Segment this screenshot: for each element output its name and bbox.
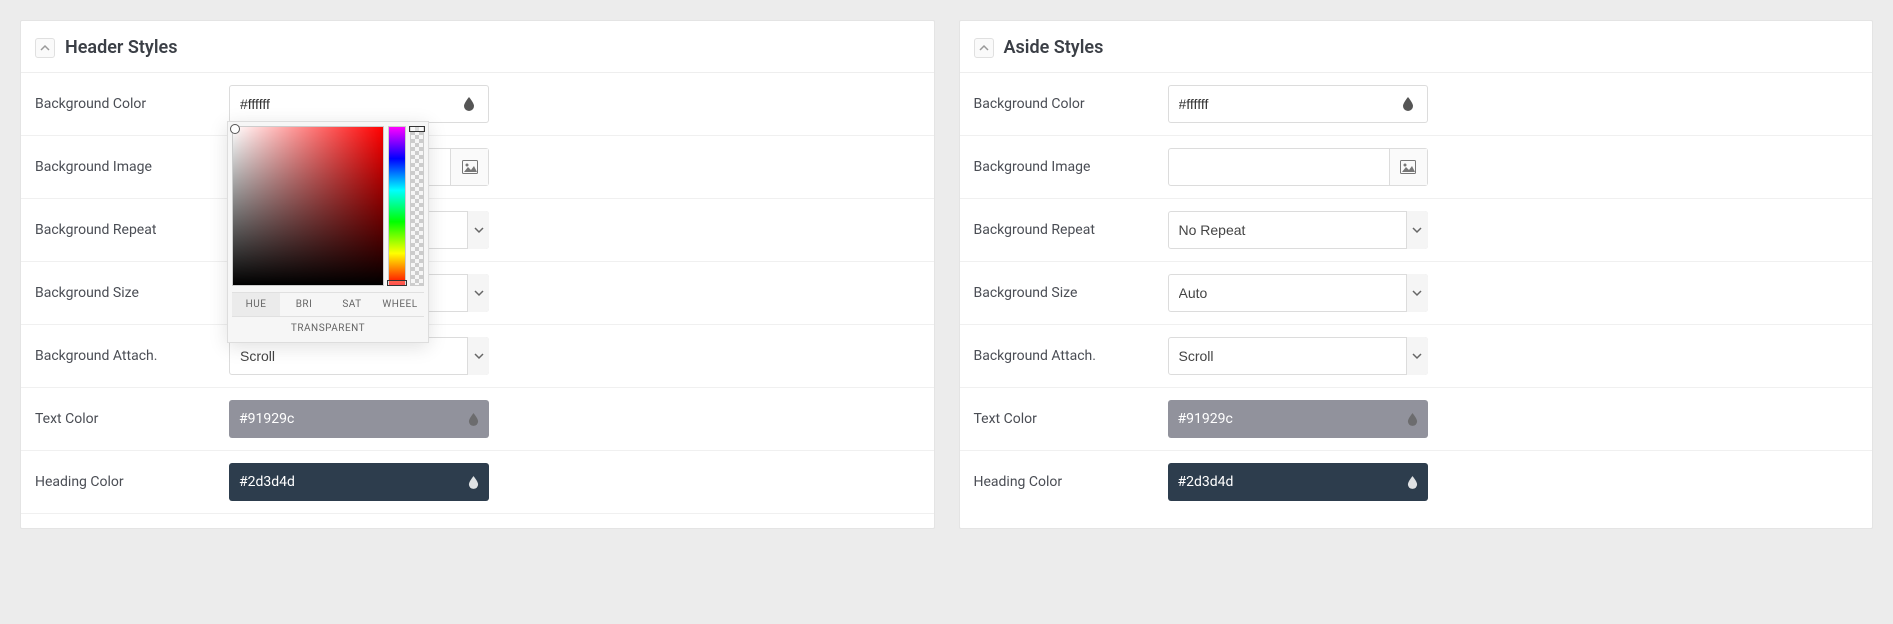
image-icon — [450, 149, 488, 185]
label-bgimage: Background Image — [974, 159, 1154, 175]
label-textcolor: Text Color — [35, 411, 215, 427]
page-root: Header Styles Background Color Backgroun… — [20, 20, 1873, 529]
row-bgcolor: Background Color — [960, 73, 1873, 136]
row-bgrepeat: Background Repeat No Repeat — [960, 199, 1873, 262]
row-headingcolor: Heading Color #2d3d4d — [21, 451, 934, 514]
row-textcolor: Text Color #91929c — [960, 388, 1873, 451]
bgsize-select[interactable]: Auto — [1168, 274, 1428, 312]
label-bgattach: Background Attach. — [974, 348, 1154, 364]
drop-icon — [468, 476, 479, 489]
label-bgattach: Background Attach. — [35, 348, 215, 364]
bgcolor-input-group — [229, 85, 489, 123]
headingcolor-swatch[interactable]: #2d3d4d — [1168, 463, 1428, 501]
picker-hue-cursor[interactable] — [387, 280, 407, 286]
row-bgimage: Background Image — [960, 136, 1873, 199]
row-bgimage: Background Image — [21, 136, 934, 199]
drop-icon — [1407, 476, 1418, 489]
row-bgsize: Background Size Auto — [960, 262, 1873, 325]
collapse-button[interactable] — [35, 38, 55, 58]
chevron-up-icon — [979, 43, 989, 53]
row-headingcolor: Heading Color #2d3d4d — [960, 451, 1873, 513]
panel-header-bar: Aside Styles — [960, 29, 1873, 73]
picker-tab-hue[interactable]: HUE — [232, 293, 280, 316]
label-headingcolor: Heading Color — [974, 474, 1154, 490]
textcolor-value: #91929c — [239, 411, 460, 427]
textcolor-swatch[interactable]: #91929c — [229, 400, 489, 438]
picker-tab-bri[interactable]: BRI — [280, 293, 328, 316]
bgimage-field[interactable] — [1168, 148, 1428, 186]
image-icon — [1389, 149, 1427, 185]
picker-saturation-area[interactable] — [232, 126, 384, 286]
bgrepeat-select[interactable]: No Repeat — [1168, 211, 1428, 249]
textcolor-value: #91929c — [1178, 411, 1399, 427]
drop-icon — [468, 413, 479, 426]
label-bgsize: Background Size — [974, 285, 1154, 301]
panel-header-styles: Header Styles Background Color Backgroun… — [20, 20, 935, 529]
label-bgcolor: Background Color — [35, 96, 215, 112]
row-bgrepeat: Background Repeat No Repeat — [21, 199, 934, 262]
chevron-up-icon — [40, 43, 50, 53]
headingcolor-value: #2d3d4d — [239, 474, 460, 490]
headingcolor-swatch[interactable]: #2d3d4d — [229, 463, 489, 501]
label-bgsize: Background Size — [35, 285, 215, 301]
picker-sv-cursor[interactable] — [230, 124, 240, 134]
label-headingcolor: Heading Color — [35, 474, 215, 490]
row-textcolor: Text Color #91929c — [21, 388, 934, 451]
label-bgrepeat: Background Repeat — [35, 222, 215, 238]
picker-tab-sat[interactable]: SAT — [328, 293, 376, 316]
drop-icon[interactable] — [450, 86, 488, 122]
row-bgattach: Background Attach. Scroll — [21, 325, 934, 388]
row-bgsize: Background Size Auto — [21, 262, 934, 325]
panel-title: Aside Styles — [1004, 37, 1104, 58]
label-bgcolor: Background Color — [974, 96, 1154, 112]
headingcolor-value: #2d3d4d — [1178, 474, 1399, 490]
collapse-button[interactable] — [974, 38, 994, 58]
picker-alpha-cursor[interactable] — [409, 126, 425, 132]
drop-icon — [1407, 413, 1418, 426]
bgattach-select[interactable]: Scroll — [1168, 337, 1428, 375]
picker-tabs: HUE BRI SAT WHEEL — [232, 292, 424, 316]
picker-hue-slider[interactable] — [388, 126, 406, 286]
panel-header-bar: Header Styles — [21, 29, 934, 73]
picker-tab-wheel[interactable]: WHEEL — [376, 293, 424, 316]
label-bgimage: Background Image — [35, 159, 215, 175]
drop-icon[interactable] — [1389, 86, 1427, 122]
textcolor-swatch[interactable]: #91929c — [1168, 400, 1428, 438]
label-textcolor: Text Color — [974, 411, 1154, 427]
bgcolor-input-group — [1168, 85, 1428, 123]
bgcolor-input[interactable] — [230, 86, 450, 122]
panel-title: Header Styles — [65, 37, 177, 58]
panel-aside-styles: Aside Styles Background Color Background… — [959, 20, 1874, 529]
row-bgattach: Background Attach. Scroll — [960, 325, 1873, 388]
row-bgcolor: Background Color — [21, 73, 934, 136]
color-picker: HUE BRI SAT WHEEL TRANSPARENT — [227, 121, 429, 343]
picker-transparent-button[interactable]: TRANSPARENT — [232, 316, 424, 334]
picker-alpha-slider[interactable] — [410, 126, 424, 286]
bgcolor-input[interactable] — [1169, 86, 1389, 122]
label-bgrepeat: Background Repeat — [974, 222, 1154, 238]
